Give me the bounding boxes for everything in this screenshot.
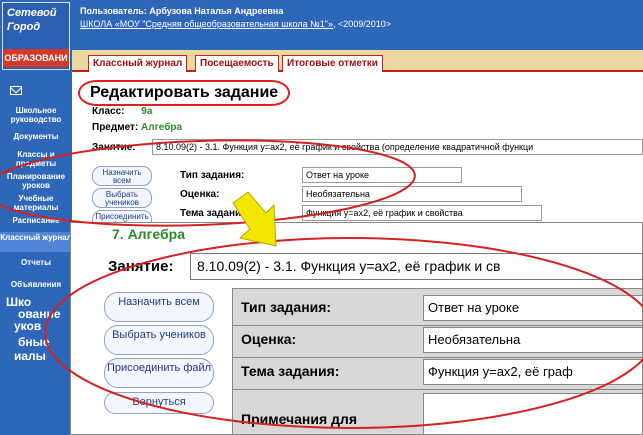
yellow-arrow-icon [232, 191, 277, 247]
annotation-ellipse-large [44, 237, 643, 429]
annotation-overlay [0, 139, 643, 429]
annotation-ellipse-small [0, 139, 416, 227]
